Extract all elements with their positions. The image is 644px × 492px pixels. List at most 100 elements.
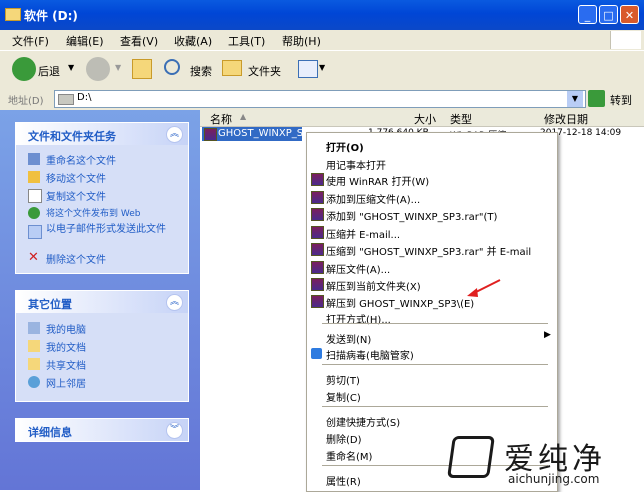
- title-bar[interactable]: 软件 (D:) _ □ ✕: [0, 0, 644, 30]
- folder-icon: [5, 8, 21, 21]
- menu-item-open-notepad[interactable]: 用记事本打开: [326, 157, 386, 172]
- details-panel: 详细信息 ︾: [15, 418, 189, 442]
- menu-item-properties[interactable]: 属性(R): [326, 473, 361, 488]
- forward-arrow-icon[interactable]: [86, 57, 110, 81]
- antivirus-shield-icon: [311, 348, 322, 359]
- other-places-title: 其它位置: [28, 298, 72, 311]
- menu-item-cut[interactable]: 剪切(T): [326, 372, 360, 387]
- address-input[interactable]: D:\ ▼: [54, 90, 586, 108]
- column-name[interactable]: 名称: [210, 111, 232, 127]
- task-move[interactable]: 移动这个文件: [46, 170, 106, 185]
- column-size[interactable]: 大小: [414, 111, 436, 127]
- search-button-label[interactable]: 搜索: [190, 63, 212, 79]
- submenu-arrow-icon: ▶: [544, 330, 551, 340]
- column-type[interactable]: 类型: [450, 111, 472, 127]
- window-title: 软件 (D:): [24, 9, 78, 23]
- folders-icon[interactable]: [222, 60, 242, 76]
- other-places-header[interactable]: 其它位置 ︽: [16, 291, 188, 313]
- file-name[interactable]: GHOST_WINXP_SP3: [218, 128, 316, 139]
- task-delete[interactable]: 删除这个文件: [46, 251, 106, 266]
- expand-chevron-icon[interactable]: ︾: [166, 422, 183, 439]
- menu-item-rename[interactable]: 重命名(M): [326, 448, 372, 463]
- menu-separator: [322, 364, 548, 365]
- menu-item-add-archive[interactable]: 添加到压缩文件(A)...: [326, 191, 420, 206]
- menu-item-compress-to-rar-email[interactable]: 压缩到 "GHOST_WINXP_SP3.rar" 并 E-mail: [326, 243, 531, 258]
- go-button-label[interactable]: 转到: [610, 92, 632, 108]
- delete-x-icon: ✕: [28, 250, 39, 265]
- menu-item-extract-here[interactable]: 解压到当前文件夹(X): [326, 278, 421, 293]
- menu-item-open[interactable]: 打开(O): [326, 139, 364, 154]
- publish-web-icon: [28, 207, 40, 219]
- menu-item-compress-email[interactable]: 压缩并 E-mail...: [326, 226, 400, 241]
- menu-item-extract-to-folder[interactable]: 解压到 GHOST_WINXP_SP3\(E): [326, 295, 474, 310]
- menu-item-send-to[interactable]: 发送到(N): [326, 331, 371, 346]
- close-button[interactable]: ✕: [620, 5, 639, 24]
- go-arrow-icon[interactable]: [588, 90, 605, 107]
- winrar-file-icon: [204, 128, 217, 141]
- back-button-label[interactable]: 后退: [38, 63, 60, 79]
- winrar-icon: [311, 208, 324, 221]
- column-date[interactable]: 修改日期: [544, 111, 588, 127]
- maximize-button[interactable]: □: [599, 5, 618, 24]
- menu-item-open-winrar[interactable]: 使用 WinRAR 打开(W): [326, 173, 429, 188]
- file-tasks-header[interactable]: 文件和文件夹任务 ︽: [16, 123, 188, 145]
- place-my-computer[interactable]: 我的电脑: [46, 321, 86, 336]
- task-pane: 文件和文件夹任务 ︽ 重命名这个文件 移动这个文件 复制这个文件 将这个文件发布…: [0, 110, 200, 490]
- winrar-icon: [311, 173, 324, 186]
- menu-item-add-to-rar[interactable]: 添加到 "GHOST_WINXP_SP3.rar"(T): [326, 208, 497, 223]
- task-copy[interactable]: 复制这个文件: [46, 188, 106, 203]
- place-shared-documents[interactable]: 共享文档: [46, 357, 86, 372]
- folders-button-label[interactable]: 文件夹: [248, 63, 281, 79]
- shared-documents-icon: [28, 358, 40, 370]
- details-header[interactable]: 详细信息 ︾: [16, 419, 188, 441]
- search-icon[interactable]: [164, 59, 180, 75]
- up-folder-icon[interactable]: [132, 59, 152, 79]
- file-tasks-title: 文件和文件夹任务: [28, 130, 116, 143]
- task-publish[interactable]: 将这个文件发布到 Web: [46, 206, 140, 219]
- file-tasks-panel: 文件和文件夹任务 ︽ 重命名这个文件 移动这个文件 复制这个文件 将这个文件发布…: [15, 122, 189, 274]
- watermark-logo-icon: [447, 436, 495, 478]
- red-arrow-annotation: [467, 279, 501, 297]
- forward-dropdown-icon[interactable]: ▼: [115, 63, 121, 72]
- menu-file[interactable]: 文件(F): [12, 33, 49, 49]
- collapse-chevron-icon[interactable]: ︽: [166, 126, 183, 143]
- rename-icon: [28, 153, 40, 165]
- back-dropdown-icon[interactable]: ▼: [68, 63, 74, 72]
- menu-favorites[interactable]: 收藏(A): [174, 33, 212, 49]
- menu-separator: [322, 323, 548, 324]
- place-network[interactable]: 网上邻居: [46, 375, 86, 390]
- windows-logo-icon: [610, 31, 641, 49]
- place-my-documents[interactable]: 我的文档: [46, 339, 86, 354]
- menu-bar: 文件(F) 编辑(E) 查看(V) 收藏(A) 工具(T) 帮助(H): [0, 30, 644, 50]
- menu-item-extract-files[interactable]: 解压文件(A)...: [326, 261, 390, 276]
- back-arrow-icon[interactable]: [12, 57, 36, 81]
- sort-arrow-icon: ▲: [240, 112, 247, 121]
- views-dropdown-icon[interactable]: ▼: [319, 63, 325, 72]
- menu-item-delete[interactable]: 删除(D): [326, 431, 362, 446]
- menu-item-copy[interactable]: 复制(C): [326, 389, 361, 404]
- network-places-icon: [28, 376, 40, 388]
- winrar-icon: [311, 261, 324, 274]
- winrar-icon: [311, 191, 324, 204]
- menu-view[interactable]: 查看(V): [120, 33, 158, 49]
- menu-item-create-shortcut[interactable]: 创建快捷方式(S): [326, 414, 400, 429]
- copy-icon: [28, 189, 42, 203]
- my-computer-icon: [28, 322, 40, 334]
- minimize-button[interactable]: _: [578, 5, 597, 24]
- menu-item-scan-virus[interactable]: 扫描病毒(电脑管家): [326, 347, 414, 362]
- watermark: 爱纯净 aichunjing.com: [446, 430, 644, 490]
- my-documents-icon: [28, 340, 40, 352]
- menu-tools[interactable]: 工具(T): [228, 33, 265, 49]
- watermark-url: aichunjing.com: [508, 472, 600, 486]
- task-email[interactable]: 以电子邮件形式发送此文件: [46, 224, 182, 235]
- menu-edit[interactable]: 编辑(E): [66, 33, 104, 49]
- task-rename[interactable]: 重命名这个文件: [46, 152, 116, 167]
- address-dropdown-icon[interactable]: ▼: [567, 91, 583, 107]
- column-header-bar: 名称 ▲ 大小 类型 修改日期: [200, 110, 644, 127]
- winrar-icon: [311, 243, 324, 256]
- collapse-chevron-icon[interactable]: ︽: [166, 294, 183, 311]
- views-icon[interactable]: [298, 60, 318, 78]
- move-icon: [28, 171, 40, 183]
- menu-help[interactable]: 帮助(H): [282, 33, 321, 49]
- menu-separator: [322, 406, 548, 407]
